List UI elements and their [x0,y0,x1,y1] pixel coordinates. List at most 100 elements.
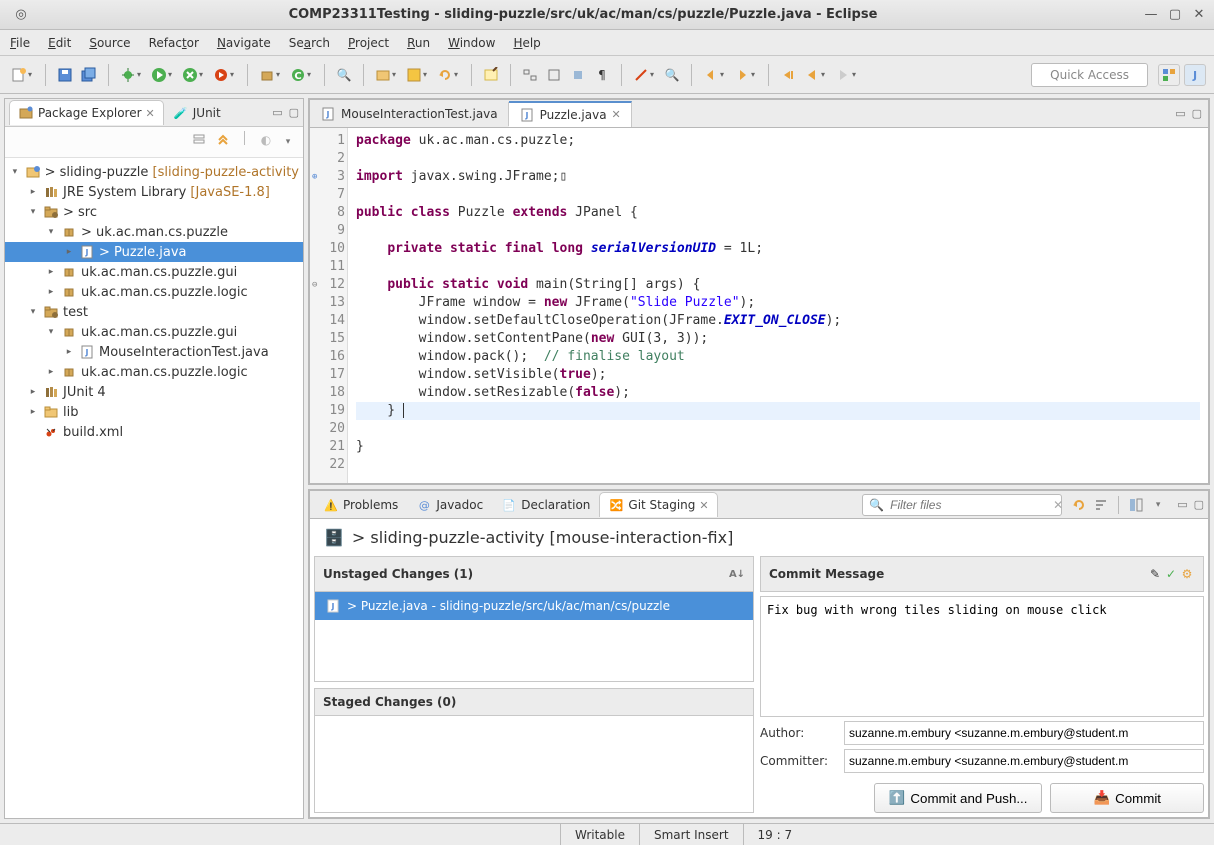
change-id-icon[interactable]: ⚙ [1179,563,1195,585]
menu-search[interactable]: Search [289,36,330,50]
back-icon[interactable] [801,64,823,86]
filter-files-input[interactable]: 🔍 ✕ [862,494,1062,516]
maximize-view-icon[interactable]: ▢ [1192,107,1202,120]
tree-item[interactable]: ▾ > src [5,202,303,222]
unstaged-file-item[interactable]: J > Puzzle.java - sliding-puzzle/src/uk/… [315,592,753,620]
menu-file[interactable]: File [10,36,30,50]
close-icon[interactable]: ✕ [699,499,708,512]
refresh-staging-icon[interactable] [1068,494,1090,516]
minimize-view-icon[interactable]: ▭ [1177,498,1187,511]
menu-project[interactable]: Project [348,36,389,50]
filter-input[interactable] [890,498,1047,512]
tab-junit[interactable]: 🧪 JUnit [164,100,230,125]
tree-item[interactable]: ▸ uk.ac.man.cs.puzzle.logic [5,362,303,382]
tree-item[interactable]: ▾ test [5,302,303,322]
editor-body[interactable]: 12⊕37891011⊖1213141516171819202122 packa… [309,127,1209,484]
tab-declaration[interactable]: 📄Declaration [492,492,599,517]
open-type-icon[interactable]: 🔍 [333,64,355,86]
quick-access-input[interactable]: Quick Access [1031,63,1148,87]
run-last-icon[interactable] [210,64,232,86]
search-icon[interactable]: 🔍 [661,64,683,86]
menu-navigate[interactable]: Navigate [217,36,271,50]
menu-edit[interactable]: Edit [48,36,71,50]
new-task-icon[interactable] [403,64,425,86]
minimize-view-icon[interactable]: ▭ [1175,107,1185,120]
save-icon[interactable] [54,64,76,86]
minimize-button[interactable]: — [1142,6,1160,24]
tree-item[interactable]: ▸ uk.ac.man.cs.puzzle.gui [5,262,303,282]
tree-item[interactable]: ▸ JRE System Library [JavaSE-1.8] [5,182,303,202]
sort-icon[interactable] [1090,494,1112,516]
menu-refactor[interactable]: Refactor [149,36,199,50]
commit-push-button[interactable]: ⬆️Commit and Push... [874,783,1043,813]
view-menu-icon[interactable]: ▾ [281,131,295,153]
editor-tab-mouseinteractiontest[interactable]: J MouseInteractionTest.java [310,102,509,126]
debug-icon[interactable] [117,64,139,86]
tree-item[interactable]: ▸ J MouseInteractionTest.java [5,342,303,362]
new-package-icon[interactable] [256,64,278,86]
tab-git-staging[interactable]: 🔀Git Staging✕ [599,492,717,517]
tree-item[interactable]: ▾ > uk.ac.man.cs.puzzle [5,222,303,242]
line-gutter[interactable]: 12⊕37891011⊖1213141516171819202122 [310,128,348,483]
view-menu-icon[interactable]: ▾ [1147,494,1169,516]
open-perspective-icon[interactable] [1158,64,1180,86]
code-area[interactable]: package uk.ac.man.cs.puzzle; import java… [348,128,1208,483]
staged-list[interactable] [314,716,754,814]
signed-off-icon[interactable]: ✓ [1163,563,1179,585]
maximize-view-icon[interactable]: ▢ [1194,498,1204,511]
amend-icon[interactable]: ✎ [1147,563,1163,585]
tab-problems[interactable]: ⚠️Problems [314,492,407,517]
next-annotation-icon[interactable] [731,64,753,86]
tree-item[interactable]: ▸ J > Puzzle.java [5,242,303,262]
new-class-icon[interactable]: C [287,64,309,86]
collapse-all-icon[interactable] [190,131,208,149]
menu-help[interactable]: Help [513,36,540,50]
skip-breakpoints-icon[interactable] [630,64,652,86]
java-perspective-icon[interactable]: J [1184,64,1206,86]
menu-source[interactable]: Source [89,36,130,50]
prev-annotation-icon[interactable] [700,64,722,86]
minimize-view-icon[interactable]: ▭ [272,106,282,119]
link-editor-icon[interactable] [214,131,232,149]
menu-window[interactable]: Window [448,36,495,50]
tree-item[interactable]: ▾ uk.ac.man.cs.puzzle.gui [5,322,303,342]
maximize-button[interactable]: ▢ [1166,6,1184,24]
sort-az-icon[interactable]: A↓ [729,563,745,585]
save-all-icon[interactable] [78,64,100,86]
package-tree[interactable]: ▾ > sliding-puzzle [sliding-puzzle-activ… [5,158,303,818]
tab-package-explorer[interactable]: Package Explorer ✕ [9,100,164,125]
new-icon[interactable] [8,64,30,86]
commit-message-input[interactable] [760,596,1204,717]
close-button[interactable]: ✕ [1190,6,1208,24]
menu-run[interactable]: Run [407,36,430,50]
close-icon[interactable]: ✕ [612,108,621,121]
toggle-block-icon[interactable] [567,64,589,86]
tree-item[interactable]: build.xml [5,422,303,442]
last-edit-icon[interactable] [777,64,799,86]
commit-button[interactable]: 📥Commit [1050,783,1204,813]
new-folder-icon[interactable] [372,64,394,86]
layout-icon[interactable] [1125,494,1147,516]
clear-icon[interactable]: ✕ [1053,498,1063,512]
forward-icon[interactable] [832,64,854,86]
tree-item[interactable]: ▸ uk.ac.man.cs.puzzle.logic [5,282,303,302]
tree-root[interactable]: ▾ > sliding-puzzle [sliding-puzzle-activ… [5,162,303,182]
author-input[interactable] [844,721,1204,745]
editor-tab-puzzle[interactable]: J Puzzle.java ✕ [509,101,632,127]
maximize-view-icon[interactable]: ▢ [289,106,299,119]
toggle-mark-icon[interactable] [543,64,565,86]
show-whitespace-icon[interactable]: ¶ [591,64,613,86]
refresh-icon[interactable] [434,64,456,86]
highlight-icon[interactable] [480,64,502,86]
committer-input[interactable] [844,749,1204,773]
tab-javadoc[interactable]: @Javadoc [407,492,492,517]
coverage-icon[interactable] [179,64,201,86]
close-icon[interactable]: ✕ [146,107,155,120]
unstaged-list[interactable]: J > Puzzle.java - sliding-puzzle/src/uk/… [314,592,754,682]
toggle-breadcrumb-icon[interactable] [519,64,541,86]
focus-task-icon[interactable]: ◐ [257,131,275,149]
package-icon [61,284,77,300]
tree-item[interactable]: ▸ lib [5,402,303,422]
run-icon[interactable] [148,64,170,86]
tree-item[interactable]: ▸ JUnit 4 [5,382,303,402]
